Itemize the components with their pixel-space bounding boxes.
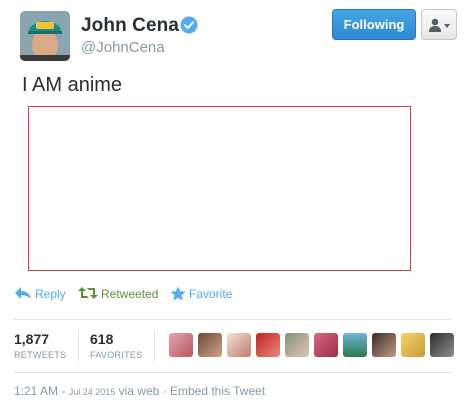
caret-down-icon — [444, 24, 450, 28]
favoriter-avatar[interactable] — [401, 333, 425, 357]
stat-separator — [78, 330, 79, 364]
star-icon — [170, 286, 186, 301]
favoriter-avatar[interactable] — [256, 333, 280, 357]
person-icon — [429, 18, 450, 32]
favoriter-avatar[interactable] — [314, 333, 338, 357]
favoriter-avatar[interactable] — [227, 333, 251, 357]
favorites-stat[interactable]: 618 FAVORITES — [90, 331, 143, 360]
favorites-count: 618 — [90, 331, 114, 347]
tweet-source: via web — [118, 384, 160, 398]
retweets-count: 1,877 — [14, 331, 50, 347]
author-avatar[interactable] — [20, 11, 70, 61]
retweet-icon — [78, 287, 98, 299]
retweets-label: RETWEETS — [14, 350, 67, 360]
reply-icon — [15, 287, 31, 299]
reply-label: Reply — [35, 287, 66, 301]
tweet-text: I AM anime — [22, 74, 123, 96]
footer-separator: · — [162, 384, 167, 398]
embed-tweet-link[interactable]: Embed this Tweet — [170, 384, 265, 398]
divider-bottom — [14, 372, 452, 373]
retweeted-label: Retweeted — [101, 287, 159, 301]
divider-top — [14, 319, 452, 320]
tweet-media-placeholder[interactable] — [28, 106, 411, 271]
author-handle[interactable]: @JohnCena — [81, 39, 165, 56]
author-name[interactable]: John Cena — [81, 15, 179, 37]
stat-separator — [154, 330, 155, 364]
favorites-label: FAVORITES — [90, 350, 143, 360]
retweets-stat[interactable]: 1,877 RETWEETS — [14, 331, 66, 360]
favoriter-avatar[interactable] — [372, 333, 396, 357]
verified-icon — [180, 16, 198, 34]
user-actions-menu-button[interactable] — [421, 9, 457, 40]
favoriter-avatar[interactable] — [430, 333, 454, 357]
favoriter-avatar[interactable] — [285, 333, 309, 357]
favoriter-avatar[interactable] — [343, 333, 367, 357]
tweet-timestamp[interactable]: 1:21 AM — [14, 384, 58, 398]
favoriter-avatar[interactable] — [169, 333, 193, 357]
favorite-label: Favorite — [189, 287, 233, 301]
favoriter-avatar[interactable] — [198, 333, 222, 357]
following-button[interactable]: Following — [332, 9, 416, 40]
tweet-footer: 1:21 AM - Jul 24 2015 via web · Embed th… — [14, 384, 266, 398]
tweet-date[interactable]: Jul 24 2015 — [69, 387, 116, 397]
